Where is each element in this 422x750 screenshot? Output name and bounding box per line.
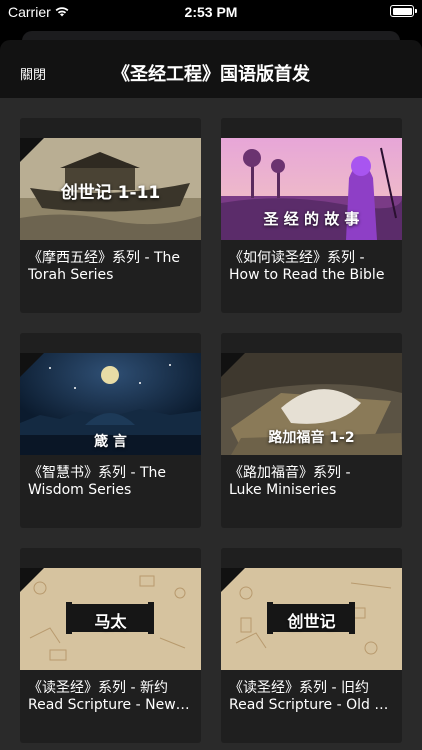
video-thumbnail: 箴 言 <box>20 353 201 455</box>
status-bar: Carrier 2:53 PM <box>0 0 422 24</box>
card-title: 《读圣经》系列 - 新约 Read Scripture - New Testam… <box>28 680 193 713</box>
thumbnail-caption: 创世记 1-11 <box>60 183 161 203</box>
video-card-luke[interactable]: 路加福音 1-2 《路加福音》系列 - Luke Miniseries <box>221 333 402 528</box>
thumbnail-caption: 马太 <box>94 612 127 631</box>
clock: 2:53 PM <box>184 4 238 20</box>
video-card-how-to-read[interactable]: 圣 经 的 故 事 《如何读圣经》系列 - How to Read the Bi… <box>221 118 402 313</box>
video-card-new-testament[interactable]: 马太 《读圣经》系列 - 新约 Read Scripture - New Tes… <box>20 548 201 743</box>
card-title: 《路加福音》系列 - Luke Miniseries <box>229 465 351 498</box>
card-title: 《智慧书》系列 - The Wisdom Series <box>28 465 166 498</box>
thumbnail-caption: 创世记 <box>287 612 336 631</box>
video-thumbnail: 马太 <box>20 568 201 670</box>
video-card-torah[interactable]: 创世记 1-11 《摩西五经》系列 - The Torah Series <box>20 118 201 313</box>
thumbnail-caption: 箴 言 <box>94 434 127 450</box>
video-grid: 创世记 1-11 《摩西五经》系列 - The Torah Series 圣 经… <box>0 98 422 750</box>
battery-icon <box>390 5 417 17</box>
video-thumbnail: 路加福音 1-2 <box>221 353 402 455</box>
video-card-old-testament[interactable]: 创世记 《读圣经》系列 - 旧约 Read Scripture - Old Te… <box>221 548 402 743</box>
thumbnail-caption: 圣 经 的 故 事 <box>263 210 360 228</box>
navigation-bar: 關閉 《圣经工程》国语版首发 <box>0 40 422 98</box>
thumbnail-caption: 路加福音 1-2 <box>268 430 355 446</box>
page-title: 《圣经工程》国语版首发 <box>112 64 310 85</box>
video-thumbnail: 圣 经 的 故 事 <box>221 138 402 240</box>
video-thumbnail: 创世记 <box>221 568 402 670</box>
card-title: 《如何读圣经》系列 - How to Read the Bible <box>229 250 385 283</box>
video-thumbnail: 创世记 1-11 <box>20 138 201 240</box>
card-title: 《读圣经》系列 - 旧约 Read Scripture - Old Testam… <box>229 680 394 713</box>
video-card-wisdom[interactable]: 箴 言 《智慧书》系列 - The Wisdom Series <box>20 333 201 528</box>
card-title: 《摩西五经》系列 - The Torah Series <box>28 250 180 283</box>
